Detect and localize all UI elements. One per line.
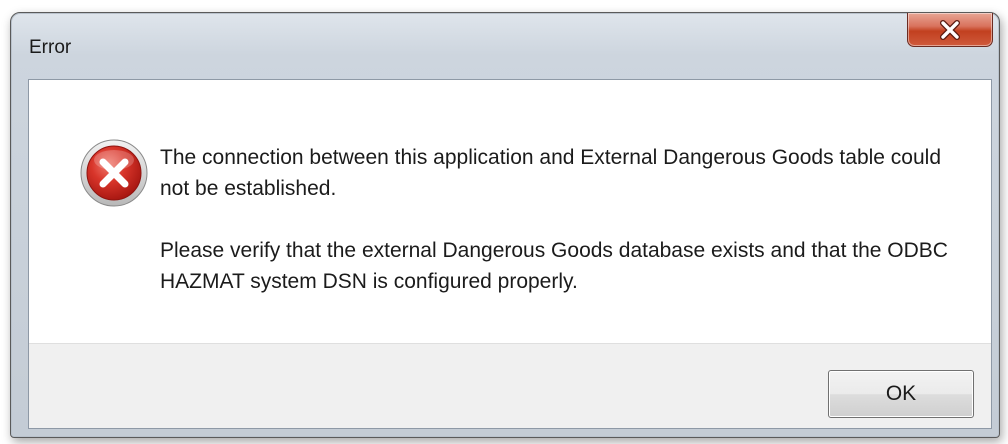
close-button[interactable] [907,13,993,47]
message-area: The connection between this application … [29,80,991,343]
error-message-primary: The connection between this application … [160,146,942,200]
dialog-title: Error [29,37,72,58]
error-message-secondary: Please verify that the external Dangerou… [160,239,948,293]
error-icon [80,139,148,207]
error-message: The connection between this application … [160,142,960,297]
button-bar: OK [29,343,991,428]
title-bar[interactable]: Error [11,13,999,79]
error-dialog: Error The connection between this applic… [10,12,1000,438]
close-x-icon [940,19,960,40]
ok-button[interactable]: OK [828,370,974,418]
dialog-body: The connection between this application … [28,79,992,429]
